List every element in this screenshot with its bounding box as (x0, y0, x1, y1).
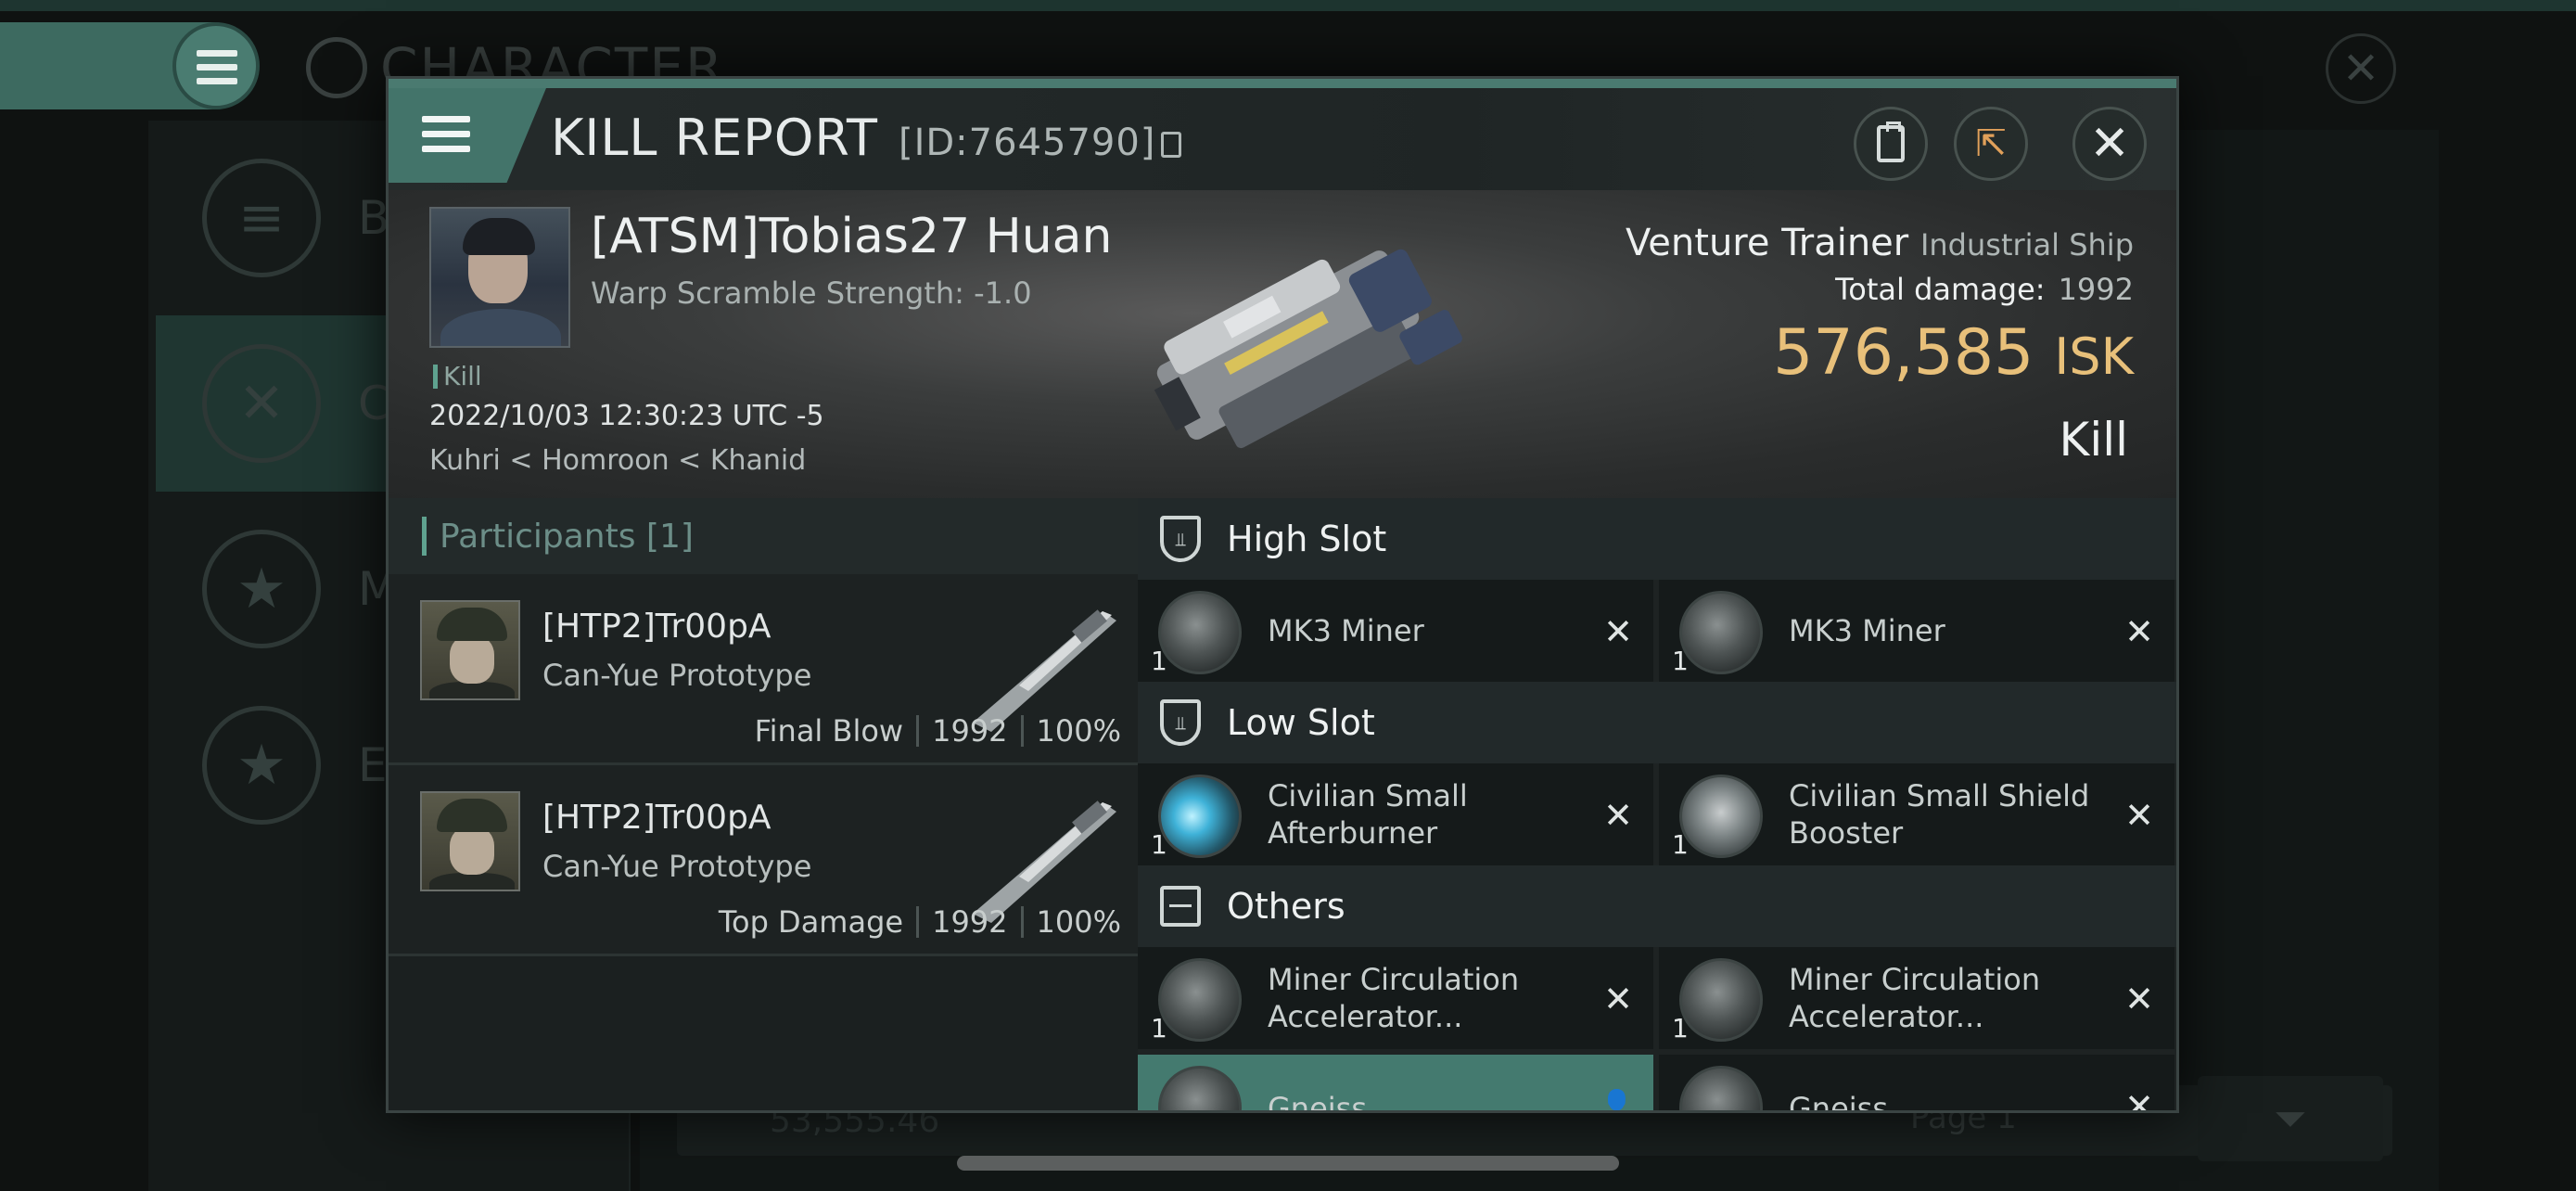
background-close-button[interactable]: ✕ (2326, 33, 2396, 104)
item-name: Gneiss (1268, 1091, 1367, 1113)
destroyed-icon: ✕ (2124, 1086, 2154, 1113)
slot-item[interactable]: 1 MK3 Miner ✕ (1138, 580, 1653, 682)
crossed-swords-icon: ✕ (202, 344, 321, 463)
kill-report-modal: KILL REPORT [ID:7645790] ⇱ ✕ [ATSM]Tobia… (386, 76, 2179, 1113)
weapon-image (973, 800, 1116, 923)
victim-banner: [ATSM]Tobias27 Huan Warp Scramble Streng… (389, 190, 2176, 498)
character-icon (306, 37, 367, 98)
item-name: MK3 Miner (1268, 613, 1424, 648)
participant-portrait[interactable] (420, 791, 520, 891)
kill-report-title: KILL REPORT (551, 109, 878, 167)
kill-tag: Kill (433, 361, 482, 391)
item-quantity: 1 (1672, 646, 1689, 676)
total-damage: Total damage: 1992 (1835, 272, 2134, 307)
item-quantity: 1 (1151, 829, 1167, 860)
slot-item[interactable]: 1 Miner Circulation Accelerator... ✕ (1138, 947, 1653, 1049)
home-indicator[interactable] (957, 1156, 1619, 1171)
filter-icon: ⏷ (2274, 1095, 2307, 1143)
modal-menu-button[interactable] (389, 88, 546, 183)
rig-module-icon (1158, 958, 1242, 1042)
participant-row[interactable]: [HTP2]Tr00pA Can-Yue Prototype Top Damag… (389, 765, 1138, 956)
slot-item[interactable]: 1 Civilian Small Afterburner ✕ (1138, 763, 1653, 865)
ship-name[interactable]: Venture Trainer Industrial Ship (1626, 222, 2134, 264)
destroyed-icon: ✕ (2124, 611, 2154, 652)
destroyed-icon: ✕ (1603, 795, 1633, 836)
ship-image (1154, 249, 1462, 449)
high-slot-icon: ⫫ (1160, 516, 1201, 562)
destroyed-icon: ✕ (2124, 795, 2154, 836)
item-name: Gneiss (1789, 1091, 1888, 1113)
warp-scramble-strength: Warp Scramble Strength: -1.0 (591, 275, 1032, 311)
ore-icon (1158, 1066, 1242, 1110)
destroyed-icon: ✕ (2124, 979, 2154, 1019)
low-slot-icon: ⫫ (1160, 699, 1201, 746)
star-badge-icon: ★ (202, 706, 321, 825)
item-name: Civilian Small Afterburner (1268, 778, 1468, 851)
participant-stats: Top Damage 1992 100% (718, 904, 1121, 940)
modal-title: KILL REPORT [ID:7645790] (551, 109, 1182, 167)
slot-item[interactable]: 1 Civilian Small Shield Booster ✕ (1659, 763, 2174, 865)
close-icon: ✕ (2089, 116, 2130, 172)
close-button[interactable]: ✕ (2072, 107, 2147, 181)
shield-booster-icon (1679, 775, 1763, 858)
low-slot-header: ⫫ Low Slot (1138, 682, 2176, 763)
background-menu-icon[interactable] (172, 22, 260, 109)
kill-datetime: 2022/10/03 12:30:23 UTC -5 (429, 400, 824, 432)
cargo-box-icon (1160, 886, 1201, 927)
kill-location[interactable]: Kuhri < Homroon < Khanid (429, 444, 806, 477)
rig-module-icon (1679, 958, 1763, 1042)
item-name: MK3 Miner (1789, 613, 1945, 648)
participant-ship: Can-Yue Prototype (542, 849, 812, 884)
item-name: Miner Circulation Accelerator... (1268, 962, 1520, 1034)
item-quantity: 1 (1151, 646, 1167, 676)
others-header: Others (1138, 865, 2176, 947)
destroyed-icon: ✕ (1603, 979, 1633, 1019)
item-quantity: 1 (1672, 1013, 1689, 1044)
kill-result: Kill (2059, 413, 2128, 467)
afterburner-icon (1158, 775, 1242, 858)
share-button[interactable]: ⇱ (1954, 107, 2028, 181)
isk-value: 576,585 ISK (1773, 316, 2134, 390)
clipboard-button[interactable] (1854, 107, 1928, 181)
star-icon: ★ (202, 530, 321, 648)
modal-accent-line (389, 79, 2176, 88)
weapon-image (973, 609, 1116, 732)
ore-icon (1679, 1066, 1763, 1110)
participants-panel: Participants [1] [HTP2]Tr00pA Can-Yue Pr… (389, 498, 1138, 1110)
background-filter-button[interactable]: ⏷ (2198, 1076, 2383, 1161)
list-icon: ≡ (202, 159, 321, 277)
participant-ship: Can-Yue Prototype (542, 658, 812, 693)
destroyed-icon: ✕ (1603, 611, 1633, 652)
participant-stats: Final Blow 1992 100% (754, 713, 1121, 749)
slot-item[interactable]: Gneiss 👤 (1138, 1055, 1653, 1113)
item-name: Civilian Small Shield Booster (1789, 778, 2090, 851)
modal-header: KILL REPORT [ID:7645790] ⇱ ✕ (389, 88, 2176, 190)
background-top-bar (0, 0, 2576, 11)
person-icon: 👤 (1600, 1088, 1633, 1113)
fitting-slots-panel: ⫫ High Slot 1 MK3 Miner ✕ 1 MK3 Miner ✕ … (1138, 498, 2176, 1113)
participant-name: [HTP2]Tr00pA (542, 799, 772, 837)
item-quantity: 1 (1151, 1013, 1167, 1044)
high-slot-header: ⫫ High Slot (1138, 498, 2176, 580)
slot-item[interactable]: Gneiss ✕ (1659, 1055, 2174, 1113)
victim-name[interactable]: [ATSM]Tobias27 Huan (591, 209, 1112, 264)
participant-row[interactable]: [HTP2]Tr00pA Can-Yue Prototype Final Blo… (389, 574, 1138, 765)
participants-header: Participants [1] (389, 498, 1138, 574)
copy-icon[interactable] (1161, 132, 1182, 158)
participant-name: [HTP2]Tr00pA (542, 608, 772, 646)
report-id[interactable]: [ID:7645790] (899, 122, 1182, 164)
participant-portrait[interactable] (420, 600, 520, 700)
slot-item[interactable]: 1 MK3 Miner ✕ (1659, 580, 2174, 682)
close-icon: ✕ (2341, 43, 2380, 95)
mining-laser-icon (1158, 591, 1242, 674)
share-icon: ⇱ (1975, 122, 2007, 165)
clipboard-icon (1877, 122, 1905, 162)
item-quantity: 1 (1672, 829, 1689, 860)
slot-item[interactable]: 1 Miner Circulation Accelerator... ✕ (1659, 947, 2174, 1049)
item-name: Miner Circulation Accelerator... (1789, 962, 2041, 1034)
mining-laser-icon (1679, 591, 1763, 674)
victim-portrait[interactable] (429, 207, 570, 348)
